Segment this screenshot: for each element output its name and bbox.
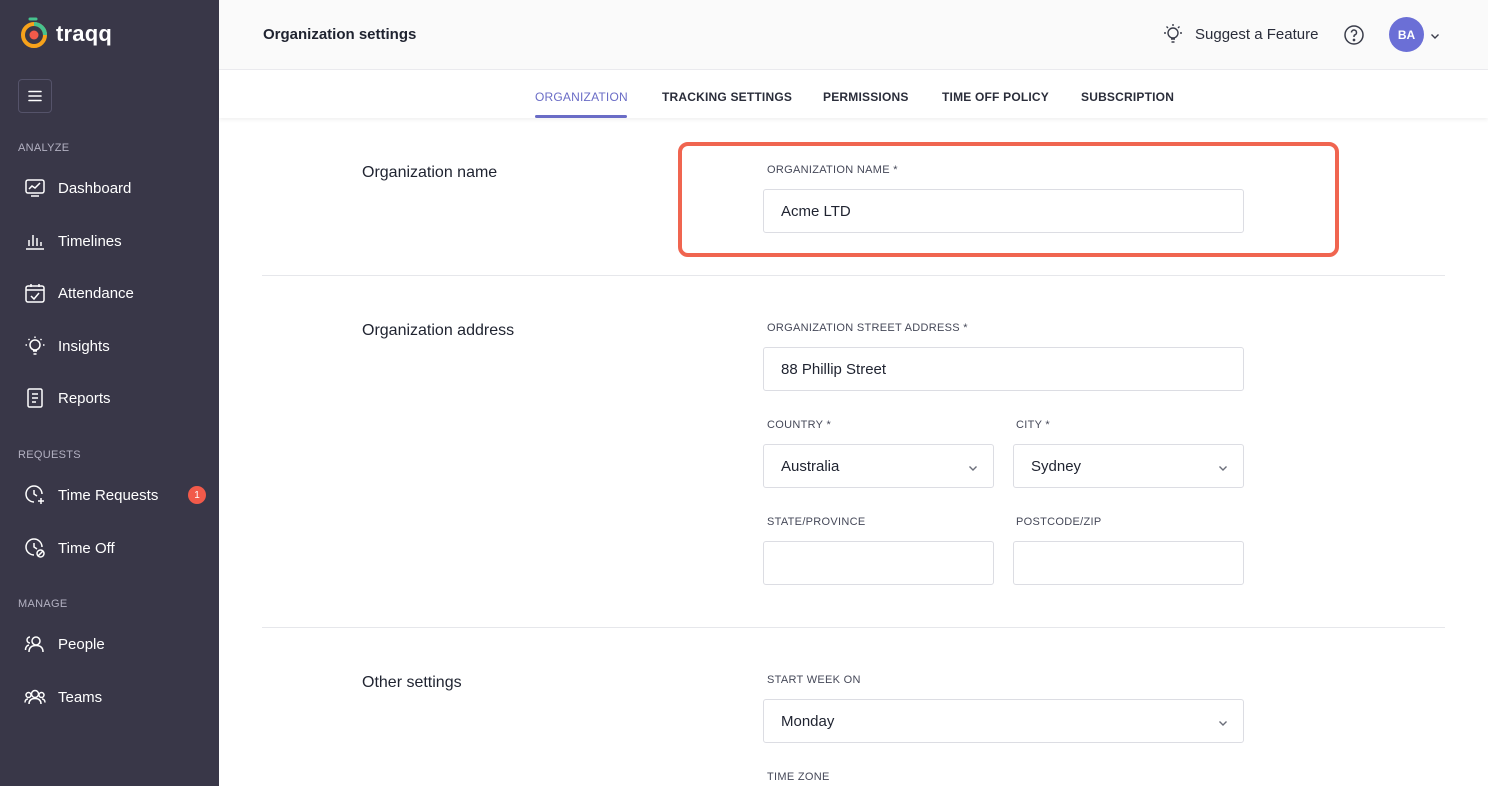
menu-toggle-button[interactable] bbox=[18, 79, 52, 113]
chevron-down-icon bbox=[969, 466, 977, 471]
country-select[interactable]: Australia bbox=[763, 444, 994, 488]
hamburger-icon bbox=[28, 90, 42, 102]
chevron-down-icon bbox=[1219, 721, 1227, 726]
sidebar-item-dashboard[interactable]: Dashboard bbox=[0, 168, 219, 208]
chevron-down-icon bbox=[1431, 34, 1439, 39]
postcode-input[interactable] bbox=[1013, 541, 1244, 585]
settings-tabs: ORGANIZATION TRACKING SETTINGS PERMISSIO… bbox=[219, 70, 1488, 118]
chevron-down-icon bbox=[1219, 466, 1227, 471]
help-circle-icon bbox=[1344, 25, 1364, 45]
section-title-organization-address: Organization address bbox=[362, 322, 515, 339]
organization-name-label: ORGANIZATION NAME * bbox=[767, 164, 898, 176]
sidebar-item-label: Reports bbox=[58, 389, 111, 407]
city-select-value: Sydney bbox=[1031, 457, 1082, 475]
teams-icon bbox=[24, 689, 46, 705]
bar-chart-icon bbox=[26, 235, 44, 250]
account-menu-toggle[interactable] bbox=[1429, 29, 1441, 47]
page-title: Organization settings bbox=[263, 26, 417, 43]
suggest-feature-button[interactable]: Suggest a Feature bbox=[1161, 22, 1318, 46]
state-province-input[interactable] bbox=[763, 541, 994, 585]
clock-off-icon bbox=[25, 538, 45, 558]
lightbulb-icon bbox=[1164, 24, 1182, 43]
sidebar-item-label: People bbox=[58, 635, 105, 653]
section-divider bbox=[262, 275, 1445, 276]
help-button[interactable] bbox=[1343, 24, 1365, 51]
clock-plus-icon bbox=[25, 485, 44, 504]
country-label: COUNTRY * bbox=[767, 419, 832, 431]
sidebar-item-label: Timelines bbox=[58, 232, 122, 250]
sidebar-item-label: Time Off bbox=[58, 539, 115, 557]
sidebar-item-reports[interactable]: Reports bbox=[0, 378, 219, 418]
suggest-feature-label: Suggest a Feature bbox=[1195, 25, 1319, 43]
sidebar-item-label: Teams bbox=[58, 688, 103, 706]
top-header: Organization settings Suggest a Feature … bbox=[219, 0, 1488, 70]
sidebar-item-time-requests[interactable]: Time Requests bbox=[0, 475, 219, 515]
section-label-requests: REQUESTS bbox=[18, 449, 81, 461]
sidebar-item-time-off[interactable]: Time Off bbox=[0, 528, 219, 568]
section-label-analyze: ANALYZE bbox=[18, 142, 70, 154]
sidebar-item-label: Attendance bbox=[58, 284, 134, 302]
dashboard-icon bbox=[25, 179, 45, 197]
street-address-label: ORGANIZATION STREET ADDRESS * bbox=[767, 322, 968, 334]
lightbulb-icon bbox=[25, 336, 45, 355]
country-select-value: Australia bbox=[781, 457, 840, 475]
section-label-manage: MANAGE bbox=[18, 598, 68, 610]
city-label: CITY * bbox=[1016, 419, 1050, 431]
sidebar-item-teams[interactable]: Teams bbox=[0, 677, 219, 717]
document-icon bbox=[27, 388, 43, 408]
sidebar-item-label: Insights bbox=[58, 337, 110, 355]
start-week-select-value: Monday bbox=[781, 712, 835, 730]
section-divider bbox=[262, 627, 1445, 628]
sidebar-item-people[interactable]: People bbox=[0, 624, 219, 664]
sidebar-item-insights[interactable]: Insights bbox=[0, 326, 219, 366]
calendar-check-icon bbox=[25, 284, 45, 303]
sidebar-item-attendance[interactable]: Attendance bbox=[0, 273, 219, 313]
active-tab-indicator bbox=[535, 115, 627, 118]
postcode-label: POSTCODE/ZIP bbox=[1016, 516, 1102, 528]
time-requests-count-badge: 1 bbox=[188, 486, 206, 504]
tab-tracking-settings[interactable]: TRACKING SETTINGS bbox=[662, 90, 792, 104]
tab-permissions[interactable]: PERMISSIONS bbox=[823, 90, 909, 104]
start-week-label: START WEEK ON bbox=[767, 674, 861, 686]
city-select[interactable]: Sydney bbox=[1013, 444, 1244, 488]
start-week-select[interactable]: Monday bbox=[763, 699, 1244, 743]
traqq-logo-icon bbox=[21, 17, 47, 48]
tab-organization[interactable]: ORGANIZATION bbox=[535, 90, 628, 104]
people-icon bbox=[24, 636, 44, 653]
sidebar-item-label: Time Requests bbox=[58, 486, 159, 504]
state-province-label: STATE/PROVINCE bbox=[767, 516, 866, 528]
organization-name-input[interactable]: Acme LTD bbox=[763, 189, 1244, 233]
app-logo[interactable]: traqq bbox=[20, 17, 112, 51]
street-address-input[interactable]: 88 Phillip Street bbox=[763, 347, 1244, 391]
user-avatar[interactable]: BA bbox=[1389, 17, 1424, 52]
sidebar-item-label: Dashboard bbox=[58, 179, 132, 197]
time-zone-label: TIME ZONE bbox=[767, 771, 830, 783]
app-name: traqq bbox=[56, 21, 112, 46]
section-title-organization-name: Organization name bbox=[362, 164, 498, 181]
sidebar-item-timelines[interactable]: Timelines bbox=[0, 221, 219, 261]
tab-time-off-policy[interactable]: TIME OFF POLICY bbox=[942, 90, 1049, 104]
sidebar: traqq ANALYZE Dashboard Timelines Attend… bbox=[0, 0, 219, 786]
section-title-other-settings: Other settings bbox=[362, 674, 462, 691]
tab-subscription[interactable]: SUBSCRIPTION bbox=[1081, 90, 1174, 104]
